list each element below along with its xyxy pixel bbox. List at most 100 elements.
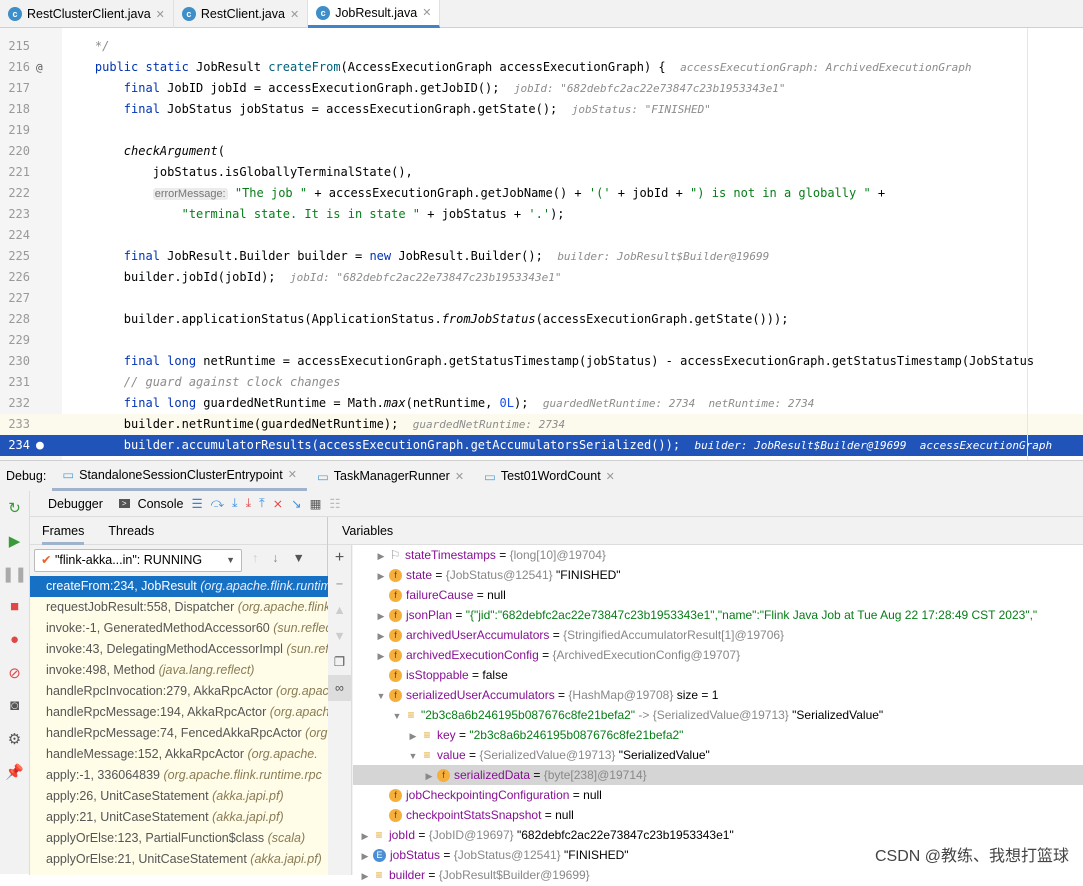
debugger-tab[interactable]: Debugger [40, 497, 111, 511]
frame-item[interactable]: handleRpcMessage:194, AkkaRpcActor (org.… [30, 702, 336, 723]
stop-icon[interactable]: ■ [0, 590, 29, 623]
copy-icon[interactable]: ❐ [328, 649, 351, 675]
glasses-icon[interactable]: ∞ [328, 675, 351, 701]
step-out-icon[interactable]: ⤒ [259, 496, 265, 511]
breakpoint-icon[interactable]: ● [36, 435, 44, 456]
frame-item[interactable]: apply:21, UnitCaseStatement (akka.japi.p… [30, 807, 328, 828]
force-step-into-icon[interactable]: ⤓ [246, 496, 252, 511]
thread-select[interactable]: ✔ "flink-akka...in": RUNNING ▼ [34, 549, 242, 572]
step-into-icon[interactable]: ⤓ [232, 496, 238, 511]
remove-icon[interactable]: − [328, 571, 351, 597]
code-line[interactable]: 216 @ public static JobResult createFrom(… [0, 57, 1083, 78]
variable-row[interactable]: ▼ ≡ "2b3c8a6b246195b087676c8fe21befa2" -> … [353, 705, 1083, 725]
variable-row[interactable]: ▶ f archivedUserAccumulators = {Stringifie… [353, 625, 1083, 645]
run-to-cursor-icon[interactable]: ↘ [291, 496, 301, 511]
close-icon[interactable]: ✕ [156, 8, 165, 21]
expand-arrow-icon[interactable]: ▶ [373, 566, 389, 586]
tab-frames[interactable]: Frames [42, 517, 85, 545]
expanded-arrow-icon[interactable]: ▼ [405, 746, 421, 766]
code-line[interactable]: 228 builder.applicationStatus(Applicatio… [0, 309, 1083, 330]
expand-arrow-icon[interactable]: ▶ [373, 626, 389, 646]
settings-icon[interactable]: ⚙ [0, 722, 29, 755]
tab-threads[interactable]: Threads [108, 524, 154, 538]
step-over-icon[interactable]: ⤼ [211, 496, 224, 511]
mute-breakpoints-icon[interactable]: ⊘ [0, 656, 29, 689]
frame-item[interactable]: requestJobResult:558, Dispatcher (org.ap… [30, 597, 330, 618]
expand-arrow-icon[interactable]: ▶ [373, 606, 389, 626]
filter-icon[interactable]: ▼ [293, 551, 305, 565]
add-watch-icon[interactable]: + [328, 545, 351, 571]
expanded-arrow-icon[interactable]: ▼ [373, 686, 389, 706]
code-line[interactable]: 219 [0, 120, 1083, 141]
code-line[interactable]: 230 final long netRuntime = accessExecut… [0, 351, 1083, 372]
rerun-icon[interactable]: ↻ [0, 491, 29, 524]
variable-row[interactable]: ▼ ≡ value = {SerializedValue@19713} "Seria… [353, 745, 1083, 765]
close-icon[interactable]: ✕ [606, 470, 615, 483]
code-editor[interactable]: 215 */ 216 @ public static JobResult creat… [0, 28, 1083, 473]
variable-row[interactable]: ▶ f serializedData = {byte[238]@19714} [353, 765, 1083, 785]
pin-icon[interactable]: 📌 [0, 755, 29, 788]
evaluate-icon[interactable]: ▦ [310, 496, 322, 511]
tab-jobresult-java[interactable]: c JobResult.java ✕ [308, 0, 441, 28]
frame-item[interactable]: invoke:498, Method (java.lang.reflect) [30, 660, 328, 681]
expand-arrow-icon[interactable]: ▶ [421, 766, 437, 786]
close-icon[interactable]: ✕ [455, 470, 464, 483]
close-icon[interactable]: ✕ [290, 8, 299, 21]
code-line[interactable]: 229 [0, 330, 1083, 351]
expand-arrow-icon[interactable]: ▶ [405, 726, 421, 746]
variable-row[interactable]: ▶ ⚐ stateTimestamps = {long[10]@19704} [353, 545, 1083, 565]
frame-item[interactable]: apply:-1, 336064839 (org.apache.flink.ru… [30, 765, 328, 786]
frame-item[interactable]: invoke:43, DelegatingMethodAccessorImpl … [30, 639, 348, 660]
code-line[interactable]: 234 ● builder.accumulatorResults(accessEx… [0, 435, 1083, 456]
variable-row[interactable]: ▼ f serializedUserAccumulators = {HashMap@… [353, 685, 1083, 705]
variable-row[interactable]: ▶ ≡ key = "2b3c8a6b246195b087676c8fe21befa… [353, 725, 1083, 745]
override-icon[interactable]: @ [36, 57, 43, 78]
drop-frame-icon[interactable]: ⨯ [273, 496, 283, 511]
frame-item[interactable]: handleMessage:152, AkkaRpcActor (org.apa… [30, 744, 328, 765]
frame-item[interactable]: handleRpcInvocation:279, AkkaRpcActor (o… [30, 681, 343, 702]
expand-arrow-icon[interactable]: ▶ [373, 646, 389, 666]
variable-row[interactable]: ▶ f state = {JobStatus@12541} "FINISHED" [353, 565, 1083, 585]
close-icon[interactable]: ✕ [288, 468, 297, 481]
code-line[interactable]: 227 [0, 288, 1083, 309]
code-line[interactable]: 215 */ [0, 36, 1083, 57]
up-icon[interactable]: ▲ [328, 597, 351, 623]
debug-session-tab[interactable]: ▭ StandaloneSessionClusterEntrypoint ✕ [52, 461, 307, 491]
down-icon[interactable]: ▼ [328, 623, 351, 649]
code-line[interactable]: 218 final JobStatus jobStatus = accessEx… [0, 99, 1083, 120]
code-line[interactable]: 231 // guard against clock changes [0, 372, 1083, 393]
code-line[interactable]: 232 final long guardedNetRuntime = Math.… [0, 393, 1083, 414]
frame-item[interactable]: apply:26, UnitCaseStatement (akka.japi.p… [30, 786, 328, 807]
code-line[interactable]: 226 builder.jobId(jobId); jobId: "682deb… [0, 267, 1083, 288]
variable-row[interactable]: f jobCheckpointingConfiguration = null [353, 785, 1083, 805]
tab-restclient-java[interactable]: c RestClient.java ✕ [174, 0, 309, 28]
frame-item[interactable]: applyOrElse:123, PartialFunction$class (… [30, 828, 328, 849]
frame-item[interactable]: handleRpcMessage:74, FencedAkkaRpcActor … [30, 723, 328, 744]
frame-item[interactable]: invoke:-1, GeneratedMethodAccessor60 (su… [30, 618, 335, 639]
variable-row[interactable]: f isStoppable = false [353, 665, 1083, 685]
code-line[interactable]: 217 final JobID jobId = accessExecutionG… [0, 78, 1083, 99]
layout-icon[interactable]: ☰ [191, 496, 202, 511]
variable-row[interactable]: ▶ f archivedExecutionConfig = {ArchivedExe… [353, 645, 1083, 665]
pause-icon[interactable]: ❚❚ [0, 557, 29, 590]
code-line[interactable]: 220 checkArgument( [0, 141, 1083, 162]
expand-arrow-icon[interactable]: ▶ [357, 866, 373, 886]
debug-session-tab[interactable]: ▭ TaskManagerRunner ✕ [307, 461, 474, 491]
variable-row[interactable]: f checkpointStatsSnapshot = null [353, 805, 1083, 825]
variable-row[interactable]: f failureCause = null [353, 585, 1083, 605]
frame-item[interactable]: createFrom:234, JobResult (org.apache.fl… [30, 576, 338, 597]
code-line[interactable]: 222 errorMessage: "The job " + accessExe… [0, 183, 1083, 204]
arrow-down-icon[interactable]: ↓ [272, 551, 278, 565]
expand-arrow-icon[interactable]: ▶ [357, 826, 373, 846]
console-tab[interactable]: Console [138, 497, 184, 511]
code-line[interactable]: 223 "terminal state. It is in state " + … [0, 204, 1083, 225]
code-line[interactable]: 224 [0, 225, 1083, 246]
trace-icon[interactable]: ☷ [329, 496, 340, 511]
frame-item[interactable]: applyOrElse:21, UnitCaseStatement (akka.… [30, 849, 328, 870]
camera-icon[interactable]: ◙ [0, 689, 29, 722]
close-icon[interactable]: ✕ [422, 6, 431, 19]
code-line[interactable]: 225 final JobResult.Builder builder = ne… [0, 246, 1083, 267]
code-line[interactable]: 221 jobStatus.isGloballyTerminalState(), [0, 162, 1083, 183]
resume-icon[interactable]: ▶ [0, 524, 29, 557]
expand-arrow-icon[interactable]: ▶ [373, 546, 389, 566]
